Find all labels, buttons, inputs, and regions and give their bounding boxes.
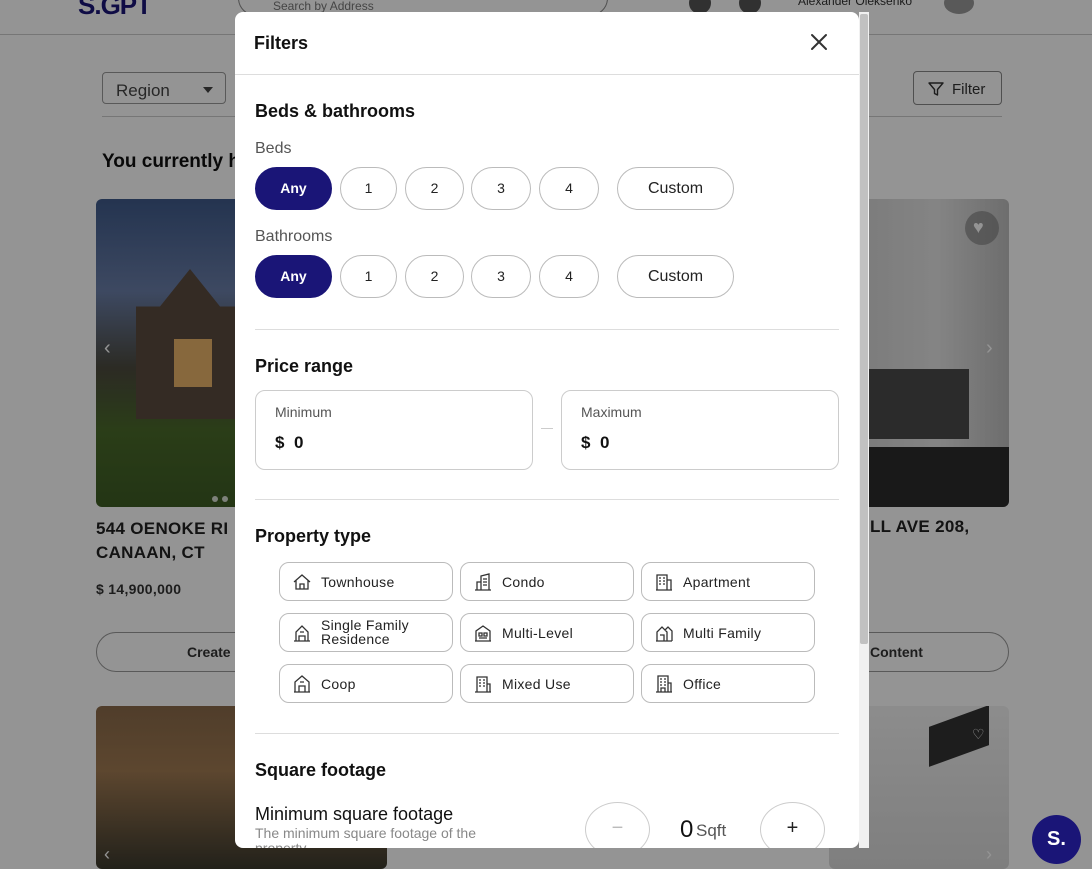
beds-option-1[interactable]: 1 (340, 167, 397, 210)
min-sqft-title: Minimum square footage (255, 804, 454, 824)
apartment-icon (656, 574, 672, 591)
modal-scrollbar[interactable] (859, 12, 869, 848)
multi-level-icon (475, 625, 491, 642)
sqft-value: 0 (680, 816, 694, 843)
sqft-increment-button[interactable]: + (760, 802, 825, 848)
section-divider (255, 499, 839, 500)
property-type-multi-level[interactable]: Multi-Level (460, 613, 634, 652)
beds-option-custom[interactable]: Custom (617, 167, 734, 210)
scrollbar-thumb[interactable] (860, 14, 868, 644)
mixed-use-icon (475, 676, 491, 693)
coop-icon (294, 675, 310, 693)
property-type-label: Multi Family (683, 625, 762, 641)
beds-label: Beds (255, 140, 292, 157)
baths-option-4[interactable]: 4 (539, 255, 599, 298)
beds-option-2[interactable]: 2 (405, 167, 464, 210)
property-type-office[interactable]: Office (641, 664, 815, 703)
property-type-condo[interactable]: Condo (460, 562, 634, 601)
property-type-label: Condo (502, 574, 545, 590)
modal-title: Filters (254, 33, 309, 53)
property-type-coop[interactable]: Coop (279, 664, 453, 703)
price-min-field[interactable]: Minimum $ 0 (255, 390, 533, 470)
range-dash (541, 428, 553, 429)
price-min-value[interactable]: 0 (294, 433, 303, 453)
currency-symbol: $ (581, 433, 591, 452)
property-type-label: Multi-Level (502, 625, 573, 641)
property-type-mixed-use[interactable]: Mixed Use (460, 664, 634, 703)
property-type-label: Coop (321, 676, 356, 692)
price-max-value[interactable]: 0 (600, 433, 609, 453)
property-type-label: Apartment (683, 574, 751, 590)
house-icon (293, 574, 311, 590)
baths-option-custom[interactable]: Custom (617, 255, 734, 298)
section-divider (255, 329, 839, 330)
property-type-single-family-residence[interactable]: Single Family Residence (279, 613, 453, 652)
residence-icon (294, 625, 310, 642)
baths-option-3[interactable]: 3 (471, 255, 531, 298)
close-icon[interactable] (807, 30, 831, 54)
property-type-label: Mixed Use (502, 676, 571, 692)
section-title-price-range: Price range (255, 356, 354, 376)
office-icon (656, 675, 672, 693)
multi-family-icon (656, 626, 673, 642)
sqft-decrement-button[interactable]: − (585, 802, 650, 848)
building-icon (475, 573, 491, 591)
price-min-label: Minimum (275, 404, 332, 420)
section-divider (255, 733, 839, 734)
baths-option-1[interactable]: 1 (340, 255, 397, 298)
section-title-beds-baths: Beds & bathrooms (255, 101, 416, 121)
price-max-label: Maximum (581, 404, 642, 420)
beds-option-4[interactable]: 4 (539, 167, 599, 210)
filters-modal: Filters Beds & bathrooms Beds Any 1 2 3 … (235, 12, 859, 848)
modal-header: Filters (235, 12, 859, 75)
beds-option-any[interactable]: Any (255, 167, 332, 210)
section-title-square-footage: Square footage (255, 760, 387, 780)
property-type-label: Single Family Residence (321, 617, 409, 647)
property-type-townhouse[interactable]: Townhouse (279, 562, 453, 601)
assistant-fab-button[interactable]: S. (1032, 815, 1081, 864)
property-type-apartment[interactable]: Apartment (641, 562, 815, 601)
property-type-label: Townhouse (321, 574, 395, 590)
section-title-property-type: Property type (255, 526, 372, 546)
min-sqft-description: The minimum square footage of the proper… (255, 825, 477, 849)
property-type-label: Office (683, 676, 722, 692)
currency-symbol: $ (275, 433, 285, 452)
bathrooms-label: Bathrooms (255, 228, 333, 245)
baths-option-2[interactable]: 2 (405, 255, 464, 298)
price-max-field[interactable]: Maximum $ 0 (561, 390, 839, 470)
property-type-multi-family[interactable]: Multi Family (641, 613, 815, 652)
beds-option-3[interactable]: 3 (471, 167, 531, 210)
baths-option-any[interactable]: Any (255, 255, 332, 298)
sqft-unit: Sqft (696, 821, 727, 840)
